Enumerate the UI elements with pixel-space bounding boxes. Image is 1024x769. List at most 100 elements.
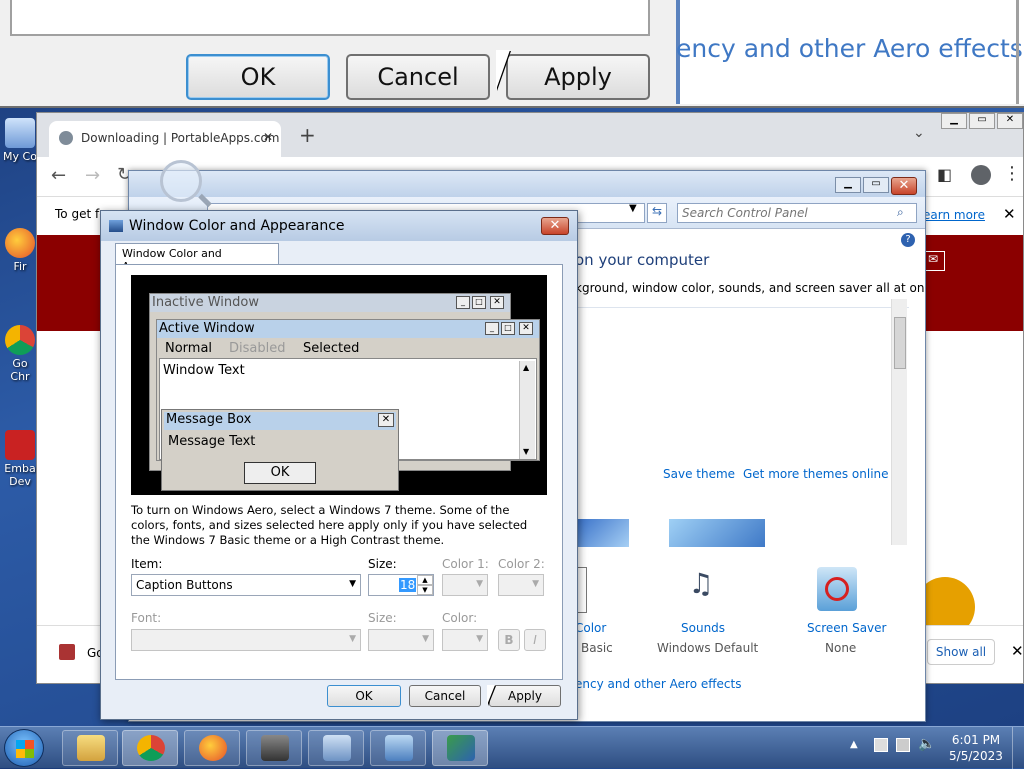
font-color-label: Color: (442, 611, 478, 625)
ok-button[interactable]: OK (327, 685, 401, 707)
taskbar-firefox[interactable] (184, 730, 240, 766)
action-center-icon[interactable] (874, 738, 888, 752)
new-tab-button[interactable]: + (299, 123, 316, 147)
volume-icon[interactable]: 🔈 (918, 736, 935, 752)
profile-avatar-icon[interactable] (971, 165, 991, 185)
firefox-icon (199, 735, 227, 761)
apply-button[interactable]: Apply (489, 685, 561, 707)
window-controls: ▁ ▭ ✕ (941, 113, 1023, 131)
spin-up-icon[interactable]: ▲ (417, 575, 433, 585)
clock[interactable]: 6:01 PM 5/5/2023 (948, 732, 1004, 764)
tray-expand-icon[interactable]: ▲ (850, 739, 858, 750)
help-icon[interactable]: ? (901, 233, 915, 247)
size-spinner[interactable]: 18 ▲ ▼ (368, 574, 434, 596)
cp-close-icon[interactable]: ✕ (891, 177, 917, 195)
taskbar-app[interactable] (246, 730, 302, 766)
taskbar-explorer[interactable] (62, 730, 118, 766)
magnified-cancel-button[interactable]: Cancel (346, 54, 490, 100)
cp-history-icon[interactable]: ▼ (629, 203, 637, 214)
preview-active-title: Active Window (157, 320, 539, 338)
start-button[interactable] (4, 729, 44, 767)
cp-search-input[interactable] (677, 203, 917, 223)
taskbar-control-panel[interactable] (370, 730, 426, 766)
cancel-button[interactable]: Cancel (409, 685, 481, 707)
aero-effects-link[interactable]: ency and other Aero effects (575, 677, 741, 691)
taskbar-magnifier[interactable] (308, 730, 364, 766)
forward-icon[interactable]: → (85, 165, 100, 186)
taskbar: ▲ 🔈 6:01 PM 5/5/2023 (0, 726, 1024, 769)
item-select[interactable]: Caption Buttons ▼ (131, 574, 361, 596)
info-close-icon[interactable]: ✕ (1003, 205, 1016, 223)
dialog-close-icon[interactable]: ✕ (541, 217, 569, 235)
italic-button[interactable]: I (524, 629, 546, 651)
chevron-down-icon: ▼ (422, 634, 429, 644)
theme-thumbnail[interactable] (669, 519, 765, 547)
desktop-icon-chrome[interactable]: Go Chr (0, 325, 40, 383)
cp-search-icon: ⌕ (897, 205, 904, 219)
minimize-icon[interactable]: ▁ (941, 113, 967, 129)
tab-search-icon[interactable]: ⌄ (913, 125, 925, 141)
close-icon[interactable]: ✕ (997, 113, 1023, 129)
download-file-icon (59, 644, 75, 660)
show-desktop-button[interactable] (1012, 727, 1024, 769)
sounds-icon[interactable]: ♫ (677, 567, 725, 613)
font-label: Font: (131, 611, 162, 625)
theme-thumbnail[interactable] (577, 519, 629, 547)
color2-select[interactable]: ▼ (498, 574, 544, 596)
tab-downloading[interactable]: Downloading | PortableApps.com ✕ (49, 121, 281, 157)
size-value[interactable]: 18 (399, 578, 417, 592)
color1-select[interactable]: ▼ (442, 574, 488, 596)
chrome-icon (5, 325, 35, 355)
desktop-icon-embarcadero[interactable]: Emba Dev (0, 430, 40, 488)
bold-button[interactable]: B (498, 629, 520, 651)
menu-icon[interactable]: ⋮ (1003, 163, 1021, 184)
dialog-title: Window Color and Appearance (129, 218, 345, 234)
cp-heading: on your computer (575, 251, 710, 269)
personalization-icon (447, 735, 475, 761)
spin-down-icon[interactable]: ▼ (417, 585, 433, 595)
chevron-down-icon: ▼ (476, 634, 483, 644)
chevron-down-icon: ▼ (476, 579, 483, 589)
sidebar-icon[interactable]: ◧ (937, 165, 952, 184)
appearance-dialog: Window Color and Appearance ✕ Window Col… (100, 210, 578, 720)
cp-minimize-icon[interactable]: ▁ (835, 177, 861, 193)
cp-refresh-icon[interactable]: ⇆ (647, 203, 667, 223)
magnified-apply-button[interactable]: Apply (506, 54, 650, 100)
preview-close-icon: ✕ (519, 322, 533, 335)
tab-close-icon[interactable]: ✕ (263, 130, 273, 144)
chevron-down-icon: ▼ (532, 579, 539, 589)
magnified-ok-button[interactable]: OK (186, 54, 330, 100)
download-bar-close-icon[interactable]: ✕ (1011, 642, 1023, 660)
cp-titlebar: ▁ ▭ ✕ (129, 171, 925, 197)
color-link[interactable]: Color (575, 621, 606, 635)
sounds-link[interactable]: Sounds (681, 621, 725, 635)
tab-window-color[interactable]: Window Color and Appearance (115, 243, 279, 273)
desktop-icon-firefox[interactable]: Fir (0, 228, 40, 273)
dialog-tab-panel: Inactive Window _ □ ✕ Active Window _ □ … (115, 264, 563, 680)
show-all-button[interactable]: Show all (927, 639, 995, 665)
network-icon[interactable] (896, 738, 910, 752)
cp-maximize-icon[interactable]: ▭ (863, 177, 889, 193)
item-select-value: Caption Buttons (136, 578, 233, 592)
save-theme-link[interactable]: Save theme (663, 467, 735, 481)
font-size-select[interactable]: ▼ (368, 629, 434, 651)
themes-scrollbar[interactable] (891, 299, 907, 545)
taskbar-personalization[interactable] (432, 730, 488, 766)
desktop-icon-computer[interactable]: My Co (0, 118, 40, 163)
scrollbar-thumb[interactable] (894, 317, 906, 369)
maximize-icon[interactable]: ▭ (969, 113, 995, 129)
magnifier-app-icon (323, 735, 351, 761)
back-icon[interactable]: ← (51, 165, 66, 186)
scroll-down-icon: ▼ (523, 447, 530, 456)
screen-saver-link[interactable]: Screen Saver (807, 621, 886, 635)
screen-saver-sub: None (825, 641, 857, 655)
taskbar-chrome[interactable] (122, 730, 178, 766)
desktop-icon-label: Fir (13, 260, 27, 273)
font-color-select[interactable]: ▼ (442, 629, 488, 651)
get-more-themes-link[interactable]: Get more themes online (743, 467, 889, 481)
learn-more-link[interactable]: earn more (923, 208, 985, 222)
font-select[interactable]: ▼ (131, 629, 361, 651)
firefox-icon (5, 228, 35, 258)
preview-message-box: Message Box ✕ Message Text OK (161, 409, 399, 491)
screen-saver-icon[interactable] (817, 567, 857, 611)
